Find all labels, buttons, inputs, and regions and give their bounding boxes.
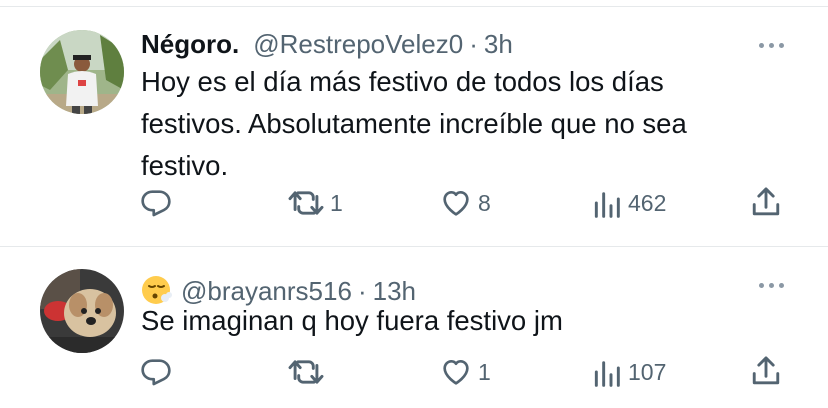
- views-icon: [594, 361, 620, 387]
- tweet-text-line: festivo.: [141, 150, 229, 181]
- view-count: 462: [628, 189, 667, 216]
- share-button[interactable]: [750, 185, 782, 219]
- action-bar: 1 107: [0, 352, 828, 392]
- like-count: 8: [478, 189, 491, 216]
- reply-icon: [141, 190, 171, 217]
- retweet-icon: [288, 360, 324, 384]
- separator-dot: ·: [469, 29, 478, 59]
- heart-icon: [443, 360, 469, 385]
- retweet-button[interactable]: [288, 356, 330, 388]
- retweet-count: 1: [330, 189, 343, 216]
- reply-button[interactable]: [140, 356, 178, 388]
- tweet[interactable]: Négoro. @RestrepoVelez0 · 3h Hoy es el d…: [0, 0, 828, 246]
- like-button[interactable]: 1: [440, 356, 491, 388]
- share-button[interactable]: [750, 354, 782, 388]
- avatar[interactable]: [40, 30, 124, 114]
- retweet-button[interactable]: 1: [288, 187, 343, 219]
- heart-icon: [443, 191, 469, 216]
- like-button[interactable]: 8: [440, 187, 491, 219]
- retweet-icon: [288, 191, 324, 215]
- reply-button[interactable]: [140, 187, 178, 219]
- avatar[interactable]: [40, 269, 124, 353]
- share-icon: [752, 356, 780, 385]
- reply-icon: [141, 359, 171, 386]
- display-name[interactable]: Négoro.: [141, 28, 239, 60]
- tweet-text-line: festivos. Absolutamente increíble que no…: [141, 108, 687, 139]
- view-count: 107: [628, 358, 667, 385]
- user-handle[interactable]: @RestrepoVelez0: [253, 28, 463, 60]
- share-icon: [752, 187, 780, 216]
- views-button[interactable]: 462: [592, 187, 666, 219]
- more-icon[interactable]: [759, 43, 784, 48]
- action-bar: 1 8 462: [0, 183, 828, 223]
- timestamp[interactable]: 3h: [484, 28, 513, 60]
- views-button[interactable]: 107: [592, 356, 666, 388]
- tweet[interactable]: @brayanrs516 · 13h Se imaginan q hoy fue…: [0, 247, 828, 408]
- tweet-text-line: Hoy es el día más festivo de todos los d…: [141, 66, 664, 97]
- like-count: 1: [478, 358, 491, 385]
- tweet-header: Négoro. @RestrepoVelez0 · 3h: [141, 28, 513, 60]
- tweet-text: Se imaginan q hoy fuera festivo jm: [141, 300, 791, 342]
- views-icon: [594, 192, 620, 218]
- more-icon[interactable]: [759, 283, 784, 288]
- tweet-text: Hoy es el día más festivo de todos los d…: [141, 61, 791, 187]
- tweet-text-line: Se imaginan q hoy fuera festivo jm: [141, 305, 563, 336]
